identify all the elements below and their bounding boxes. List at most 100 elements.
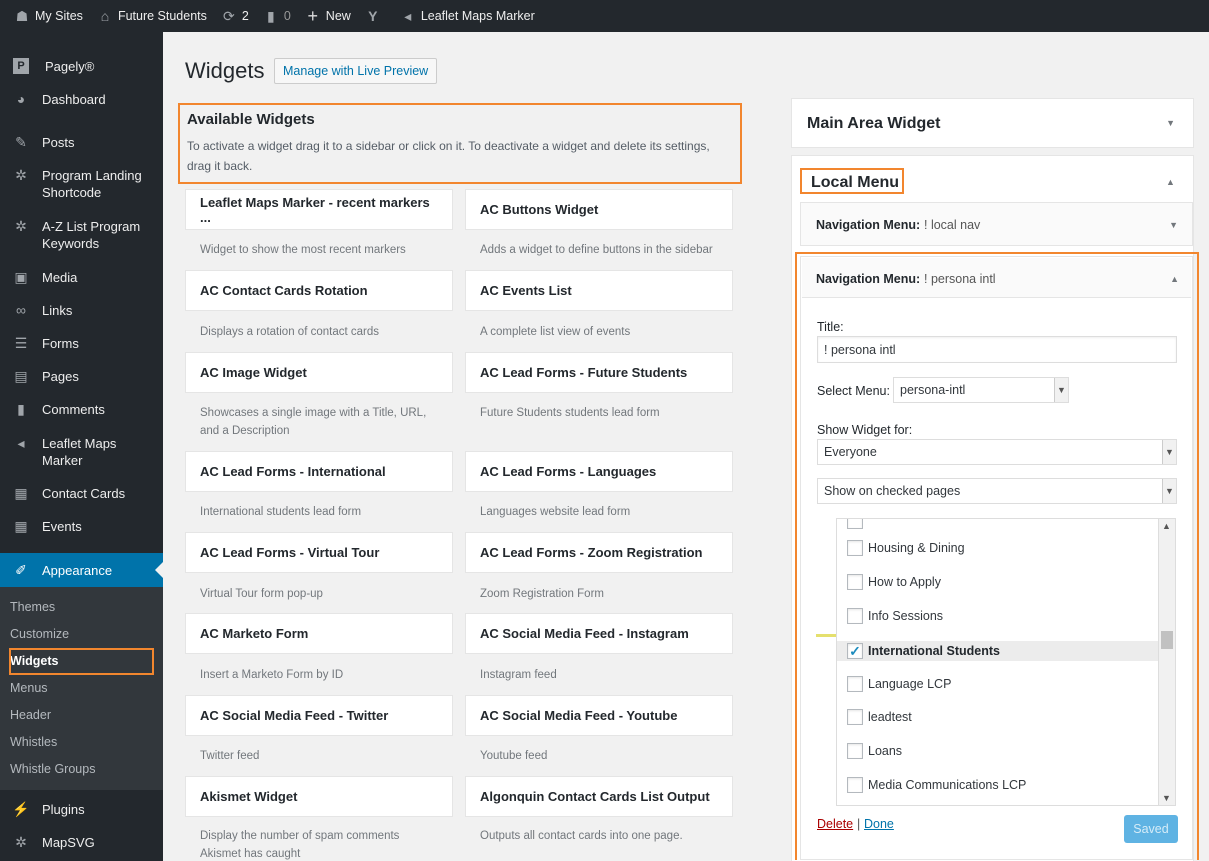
checkbox[interactable] xyxy=(847,540,863,556)
site-name-menu[interactable]: ⌂ Future Students xyxy=(97,8,207,24)
pages-checklist[interactable]: Housing & Dining How to Apply Info Sessi… xyxy=(836,518,1176,806)
submenu-customize[interactable]: Customize xyxy=(10,627,69,641)
main-area-widget-panel[interactable]: Main Area Widget ▼ xyxy=(791,98,1194,148)
sidebar-item-links[interactable]: ∞ Links xyxy=(0,302,80,319)
checklist-item[interactable]: leadtest xyxy=(847,709,912,725)
gear-icon: ✲ xyxy=(15,834,27,850)
checklist-item[interactable]: Info Sessions xyxy=(847,608,943,624)
checkbox[interactable] xyxy=(847,519,863,529)
submenu-themes[interactable]: Themes xyxy=(10,600,55,614)
my-sites-menu[interactable]: ☗ My Sites xyxy=(14,8,83,25)
submenu-whistles[interactable]: Whistles xyxy=(10,735,57,749)
widget-desc: Displays a rotation of contact cards xyxy=(200,326,379,338)
sidebar-item-pagely[interactable]: P Pagely® xyxy=(0,58,102,75)
sidebar-item-label: Contact Cards xyxy=(42,486,126,501)
sidebar-item-label: Pages xyxy=(42,369,79,384)
sidebar-item-plugins[interactable]: ⚡ Plugins xyxy=(0,801,93,818)
widget-ac-events-list[interactable]: AC Events List xyxy=(465,270,733,311)
widgets-highlight xyxy=(9,648,154,675)
checkbox[interactable] xyxy=(847,608,863,624)
local-menu-highlight xyxy=(800,168,904,194)
checklist-item[interactable] xyxy=(847,519,868,529)
nav-menu-local-nav-widget[interactable]: Navigation Menu: ! local nav ▼ xyxy=(800,202,1193,246)
widget-ac-contact-cards-rotation[interactable]: AC Contact Cards Rotation xyxy=(185,270,453,311)
widget-ac-social-instagram[interactable]: AC Social Media Feed - Instagram xyxy=(465,613,733,654)
home-icon: ⌂ xyxy=(100,8,110,24)
checklist-label: leadtest xyxy=(868,710,912,724)
select-menu-dropdown[interactable]: persona-intl ▼ xyxy=(893,377,1069,403)
widget-ac-lead-forms-virtual-tour[interactable]: AC Lead Forms - Virtual Tour xyxy=(185,532,453,573)
widget-desc: Zoom Registration Form xyxy=(480,588,604,600)
widget-ac-social-youtube[interactable]: AC Social Media Feed - Youtube xyxy=(465,695,733,736)
sidebar-item-comments[interactable]: ▮ Comments xyxy=(0,401,113,418)
yoast-menu[interactable]: Y xyxy=(365,8,386,24)
show-widget-dropdown[interactable]: Everyone ▼ xyxy=(817,439,1177,465)
widget-ac-lead-forms-zoom[interactable]: AC Lead Forms - Zoom Registration xyxy=(465,532,733,573)
submenu-header[interactable]: Header xyxy=(10,708,51,722)
chevron-up-icon[interactable]: ▲ xyxy=(1162,521,1171,531)
sidebar-item-media[interactable]: ▣ Media xyxy=(0,269,85,286)
saved-button[interactable]: Saved xyxy=(1124,815,1178,843)
sidebar-item-forms[interactable]: ☰ Forms xyxy=(0,335,87,352)
widget-ac-lead-forms-languages[interactable]: AC Lead Forms - Languages xyxy=(465,451,733,492)
sidebar-item-appearance[interactable]: ✐ Appearance xyxy=(0,553,163,587)
checklist-item[interactable]: Media Communications LCP xyxy=(847,777,1026,793)
site-name-label: Future Students xyxy=(117,9,207,23)
plug-icon: ⚡ xyxy=(12,801,30,817)
sidebar-item-label: Forms xyxy=(42,336,79,351)
widget-ac-lead-forms-future[interactable]: AC Lead Forms - Future Students xyxy=(465,352,733,393)
leaflet-maps-marker-label: Leaflet Maps Marker xyxy=(420,9,535,23)
checklist-scrollbar[interactable]: ▲ ▼ xyxy=(1158,519,1175,805)
delete-link[interactable]: Delete xyxy=(817,817,853,831)
nav-local-prefix: Navigation Menu: xyxy=(816,218,921,232)
media-icon: ▣ xyxy=(14,269,28,285)
widget-ac-image[interactable]: AC Image Widget xyxy=(185,352,453,393)
updates-menu[interactable]: ⟳ 2 xyxy=(221,8,249,25)
sidebar-item-program-landing[interactable]: ✲ Program Landing Shortcode xyxy=(0,167,165,201)
sidebar-item-dashboard[interactable]: ◕ Dashboard xyxy=(0,91,114,108)
widget-desc: Youtube feed xyxy=(480,750,548,762)
widget-ac-buttons[interactable]: AC Buttons Widget xyxy=(465,189,733,230)
widget-ac-marketo-form[interactable]: AC Marketo Form xyxy=(185,613,453,654)
widget-leaflet-recent[interactable]: Leaflet Maps Marker - recent markers ... xyxy=(185,189,453,230)
chevron-down-icon[interactable]: ▼ xyxy=(1162,793,1171,803)
sidebar-item-events[interactable]: ▦ Events xyxy=(0,518,90,535)
checklist-item[interactable]: Language LCP xyxy=(847,676,951,692)
new-content-menu[interactable]: + New xyxy=(305,6,351,27)
checklist-item[interactable]: How to Apply xyxy=(847,574,941,590)
sidebar-item-mapsvg[interactable]: ✲ MapSVG xyxy=(0,834,103,851)
checklist-item-checked[interactable]: ✓ International Students xyxy=(837,641,1161,661)
submenu-whistle-groups[interactable]: Whistle Groups xyxy=(10,762,95,776)
checkbox[interactable] xyxy=(847,777,863,793)
widget-ac-lead-forms-international[interactable]: AC Lead Forms - International xyxy=(185,451,453,492)
sidebar-item-az-list[interactable]: ✲ A-Z List Program Keywords xyxy=(0,218,165,252)
checkmark-icon[interactable]: ✓ xyxy=(847,643,863,659)
show-widget-label: Show Widget for: xyxy=(817,423,913,437)
checkbox[interactable] xyxy=(847,676,863,692)
scroll-thumb[interactable] xyxy=(1161,631,1173,649)
title-input[interactable]: ! persona intl xyxy=(817,336,1177,363)
sidebar-item-leaflet[interactable]: ◂ Leaflet Maps Marker xyxy=(0,435,140,469)
widget-desc: Future Students students lead form xyxy=(480,407,660,419)
checkbox[interactable] xyxy=(847,743,863,759)
comments-menu[interactable]: ▮ 0 xyxy=(263,8,291,25)
widget-ac-social-twitter[interactable]: AC Social Media Feed - Twitter xyxy=(185,695,453,736)
sidebar-item-posts[interactable]: ✎ Posts xyxy=(0,134,83,151)
caret-down-icon: ▼ xyxy=(1166,118,1175,128)
widget-akismet[interactable]: Akismet Widget xyxy=(185,776,453,817)
widget-algonquin-contact-cards[interactable]: Algonquin Contact Cards List Output xyxy=(465,776,733,817)
checklist-item[interactable]: Loans xyxy=(847,743,902,759)
sidebar-item-contact-cards[interactable]: ▦ Contact Cards xyxy=(0,485,133,502)
manage-live-preview-button[interactable]: Manage with Live Preview xyxy=(274,58,438,84)
done-link[interactable]: Done xyxy=(864,817,894,831)
leaflet-maps-marker-menu[interactable]: ◂ Leaflet Maps Marker xyxy=(400,8,535,25)
plus-icon: + xyxy=(307,5,319,26)
checklist-item[interactable]: Housing & Dining xyxy=(847,540,965,556)
checkbox[interactable] xyxy=(847,709,863,725)
submenu-menus[interactable]: Menus xyxy=(10,681,48,695)
sidebar-item-pages[interactable]: ▤ Pages xyxy=(0,368,87,385)
checkbox[interactable] xyxy=(847,574,863,590)
sidebar-item-label: Comments xyxy=(42,402,105,417)
pages-mode-dropdown[interactable]: Show on checked pages ▼ xyxy=(817,478,1177,504)
link-icon: ∞ xyxy=(16,302,26,318)
